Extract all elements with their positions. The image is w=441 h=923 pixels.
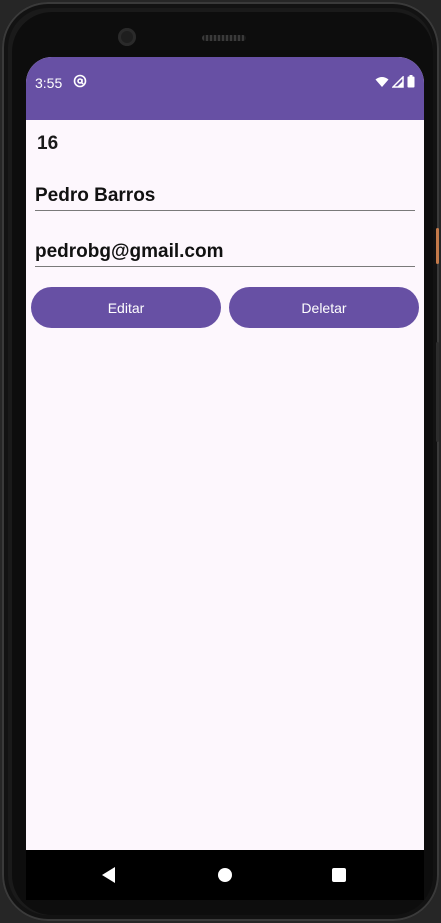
status-bar: 3:55 [26,57,424,120]
at-sign-icon [73,74,87,88]
status-icons [375,75,415,88]
screen: 3:55 16 Pedro Barros pedrobg@gmail.com E… [26,57,424,900]
navigation-bar [26,850,424,900]
battery-icon [407,75,415,88]
edit-button[interactable]: Editar [31,287,221,328]
recents-icon[interactable] [332,868,346,882]
name-field[interactable] [35,182,415,211]
earpiece-speaker [202,35,246,41]
signal-icon [392,75,404,88]
contact-detail: 16 Editar Deletar [26,120,424,850]
volume-button [436,342,439,442]
home-icon[interactable] [218,868,232,882]
record-id: 16 [37,133,59,154]
power-button [436,228,439,264]
name-input[interactable] [35,182,415,210]
delete-button[interactable]: Deletar [229,287,419,328]
email-input[interactable] [35,238,415,266]
front-camera [118,28,136,46]
back-icon[interactable] [102,867,115,883]
email-field[interactable] [35,238,415,267]
status-time: 3:55 [35,75,63,91]
wifi-icon [375,76,389,87]
phone-frame: 3:55 16 Pedro Barros pedrobg@gmail.com E… [2,2,439,921]
